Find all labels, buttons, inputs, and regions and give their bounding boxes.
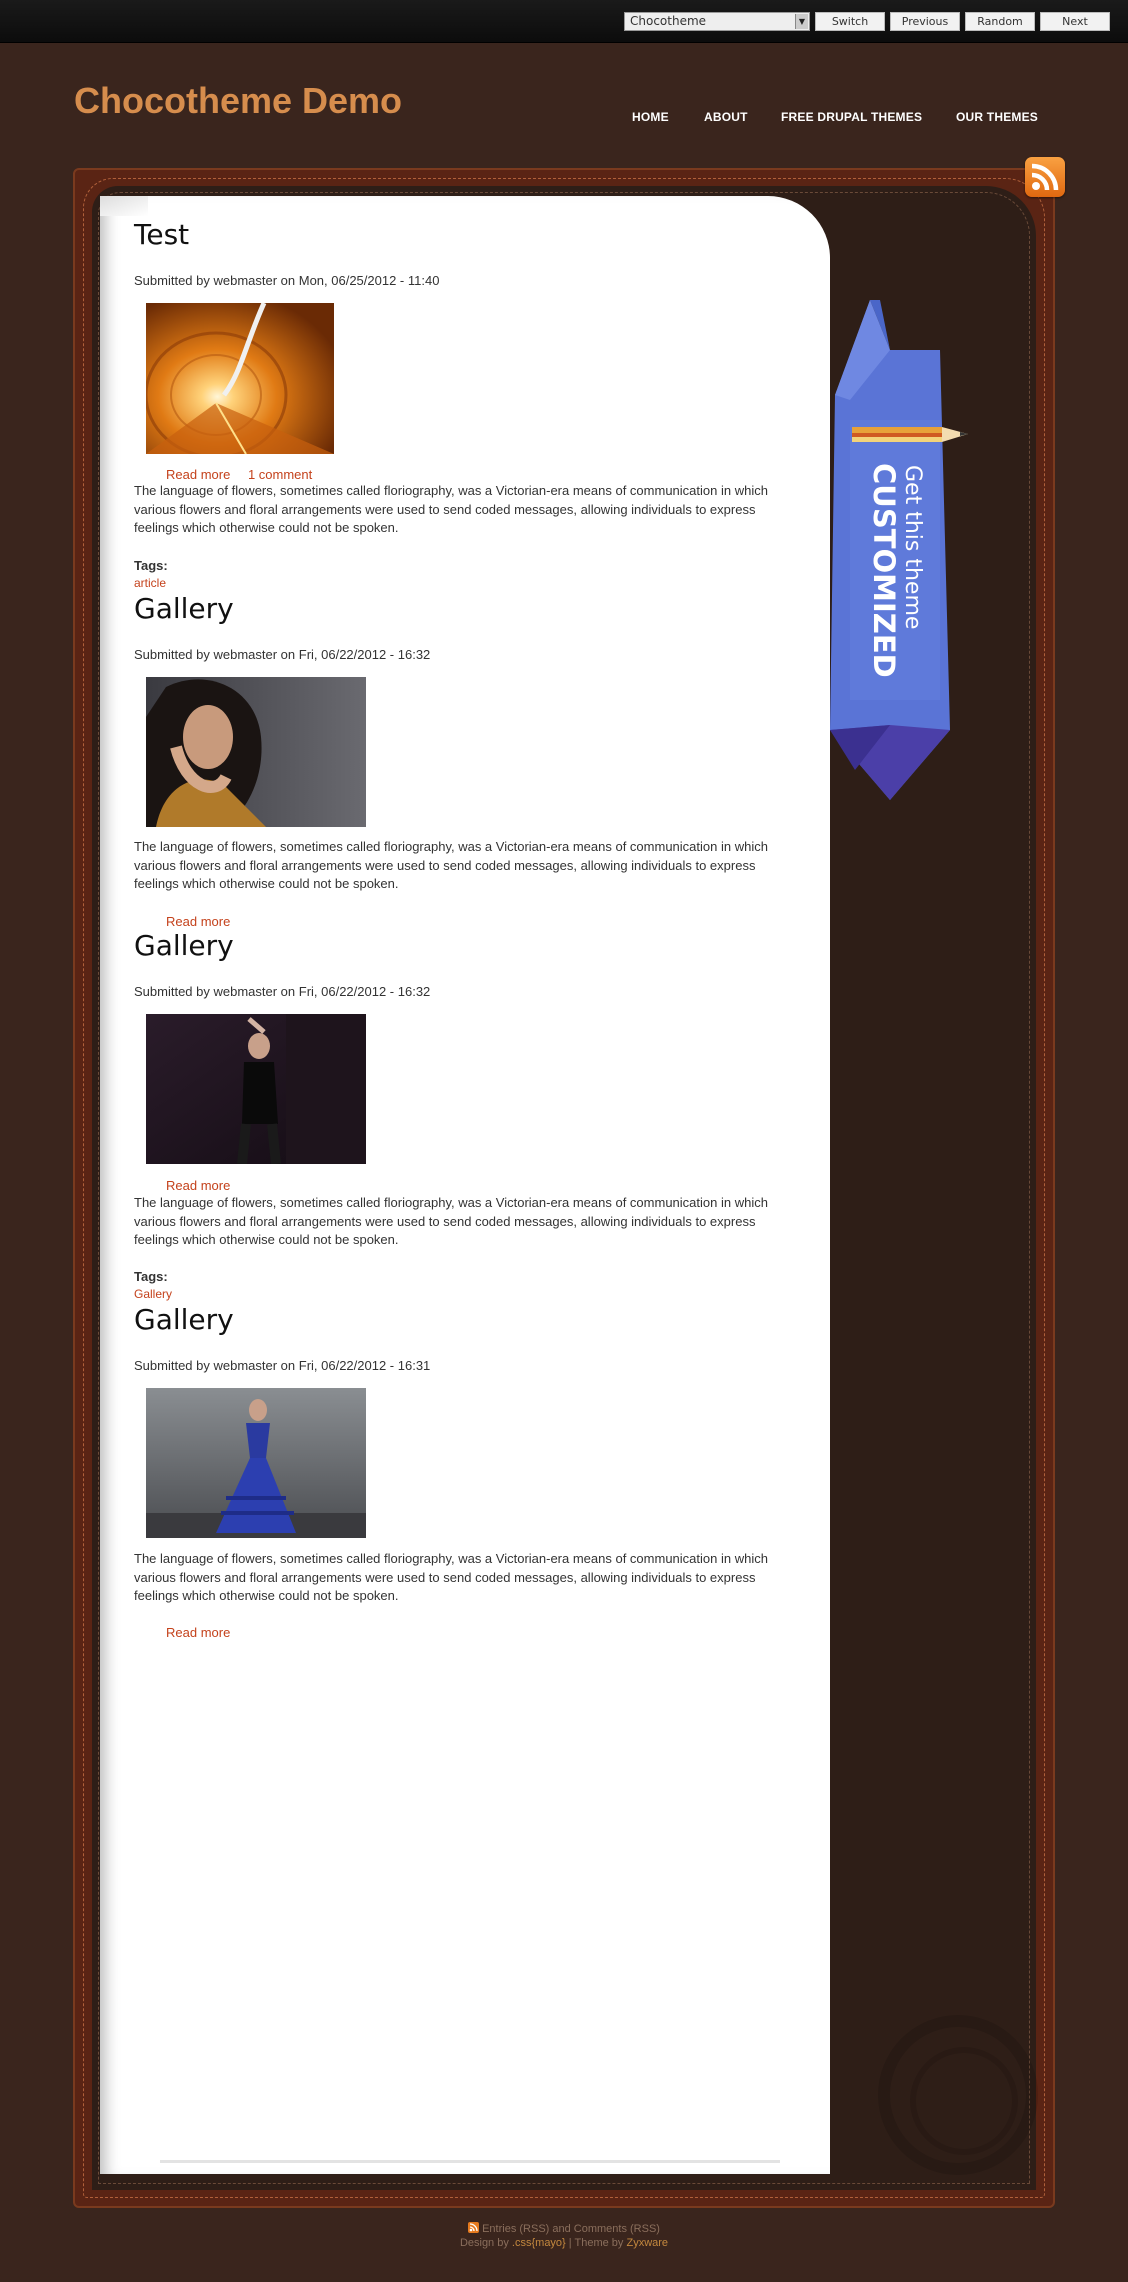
node-image-tunnel[interactable]	[146, 303, 334, 454]
node-title[interactable]: Gallery	[134, 1303, 784, 1336]
submitted-info: Submitted by webmaster on Mon, 06/25/201…	[134, 273, 440, 288]
theme-select-value: Chocotheme	[630, 14, 707, 28]
node-links: Read more	[166, 914, 244, 929]
node-image-blue-dress[interactable]	[146, 1388, 366, 1538]
next-button[interactable]: Next	[1040, 12, 1110, 31]
site-name[interactable]: Chocotheme Demo	[74, 80, 402, 122]
rss-icon[interactable]	[1025, 157, 1065, 197]
tag-link[interactable]: article	[134, 576, 166, 590]
chevron-down-icon: ▼	[795, 14, 808, 29]
wordpress-logo-icon	[878, 2015, 1038, 2175]
node-body: The language of flowers, sometimes calle…	[134, 839, 768, 891]
read-more-link[interactable]: Read more	[166, 1178, 230, 1193]
submitted-info: Submitted by webmaster on Fri, 06/22/201…	[134, 984, 431, 999]
gallery-node: Gallery Submitted by webmaster on Fri, 0…	[134, 929, 784, 1301]
theme-by-label: | Theme by	[568, 2237, 624, 2249]
switch-button[interactable]: Switch	[815, 12, 885, 31]
nav-our-themes[interactable]: OUR THEMES	[956, 110, 1038, 124]
rss-icon[interactable]	[468, 2222, 480, 2236]
submitted-info: Submitted by webmaster on Fri, 06/22/201…	[134, 647, 431, 662]
theme-author-link[interactable]: Zyxware	[626, 2237, 668, 2249]
read-more-link[interactable]: Read more	[166, 467, 230, 482]
read-more-link[interactable]: Read more	[166, 914, 230, 929]
theme-select[interactable]: Chocotheme ▼	[624, 12, 810, 31]
ribbon-line1: Get this theme	[900, 465, 925, 629]
designer-link[interactable]: .css{mayo}	[512, 2237, 566, 2249]
tags-label: Tags:	[134, 558, 168, 573]
nav-about[interactable]: ABOUT	[704, 110, 748, 124]
node-body: The language of flowers, sometimes calle…	[134, 1551, 768, 1603]
page-curl	[100, 196, 148, 216]
node-title[interactable]: Gallery	[134, 929, 784, 962]
node-title[interactable]: Gallery	[134, 592, 784, 625]
customize-ribbon[interactable]: Get this theme CUSTOMIZED	[830, 300, 970, 800]
node-links: Read more 1 comment	[166, 467, 326, 482]
footer-feeds: Entries (RSS) and Comments (RSS)	[0, 2222, 1128, 2236]
tag-link[interactable]: Gallery	[134, 1287, 172, 1301]
ribbon-line2: CUSTOMIZED	[867, 463, 901, 678]
footer-credits: Design by .css{mayo} | Theme by Zyxware	[0, 2237, 1128, 2249]
node-image-dark-dress[interactable]	[146, 1014, 366, 1164]
design-by-label: Design by	[459, 2237, 509, 2249]
gallery-node: Gallery Submitted by webmaster on Fri, 0…	[134, 592, 784, 929]
nav-free-drupal-themes[interactable]: FREE DRUPAL THEMES	[781, 110, 922, 124]
page-bottom-shadow	[160, 2160, 780, 2163]
previous-button[interactable]: Previous	[890, 12, 960, 31]
node-body: The language of flowers, sometimes calle…	[134, 1195, 768, 1247]
node-links: Read more	[166, 1178, 244, 1193]
node-body: The language of flowers, sometimes calle…	[134, 483, 768, 535]
theme-switcher-bar: Chocotheme ▼ Switch Previous Random Next	[0, 0, 1128, 43]
node-title[interactable]: Test	[134, 218, 784, 251]
comments-link[interactable]: 1 comment	[248, 467, 312, 482]
node-image-portrait[interactable]	[146, 677, 366, 827]
gallery-node: Gallery Submitted by webmaster on Fri, 0…	[134, 1303, 784, 1640]
tags-label: Tags:	[134, 1269, 168, 1284]
article-node: Test Submitted by webmaster on Mon, 06/2…	[134, 218, 784, 590]
random-button[interactable]: Random	[965, 12, 1035, 31]
feeds-link[interactable]: Entries (RSS) and Comments (RSS)	[482, 2223, 660, 2235]
submitted-info: Submitted by webmaster on Fri, 06/22/201…	[134, 1358, 431, 1373]
read-more-link[interactable]: Read more	[166, 1625, 230, 1640]
nav-home[interactable]: HOME	[632, 110, 669, 124]
node-links: Read more	[166, 1625, 244, 1640]
